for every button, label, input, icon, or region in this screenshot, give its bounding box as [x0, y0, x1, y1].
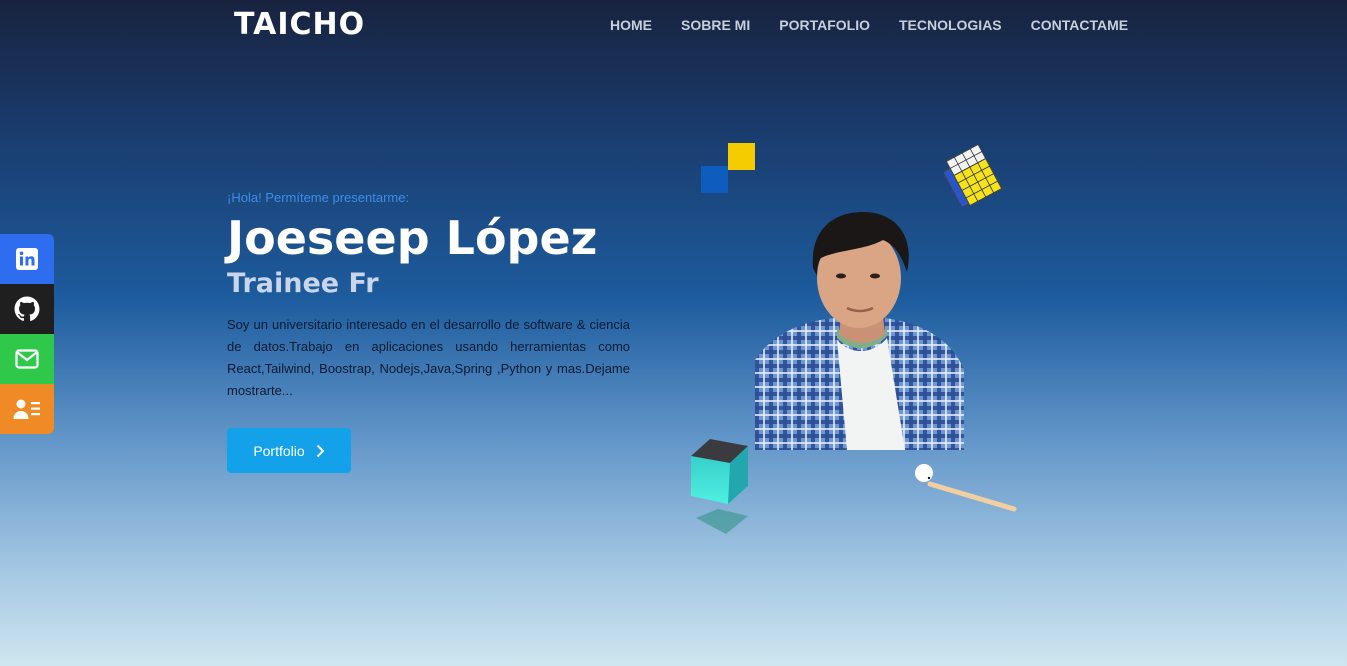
profile-photo — [755, 212, 964, 450]
hero-greeting: ¡Hola! Permíteme presentarme: — [227, 190, 410, 205]
linkedin-icon — [16, 248, 38, 270]
main-nav: HOME SOBRE MI PORTAFOLIO TECNOLOGIAS CON… — [610, 17, 1128, 33]
contact-card-icon — [13, 399, 40, 419]
hero-description: Soy un universitario interesado en el de… — [227, 317, 630, 398]
portfolio-button-label: Portfolio — [253, 442, 305, 459]
contact-card-button[interactable] — [0, 384, 54, 434]
linkedin-button[interactable] — [0, 234, 54, 284]
mail-icon — [15, 349, 39, 369]
nav-contactame[interactable]: CONTACTAME — [1031, 17, 1128, 33]
github-button[interactable] — [0, 284, 54, 334]
portfolio-button[interactable]: Portfolio — [227, 428, 351, 473]
hero-name: Joeseep López — [227, 211, 598, 265]
decorative-squares — [701, 143, 755, 193]
github-icon — [14, 296, 40, 322]
cue-and-ball-illustration — [915, 464, 1017, 512]
hero-section: ¡Hola! Permíteme presentarme: Joeseep Ló… — [227, 190, 631, 402]
rubiks-cube-illustration — [944, 144, 1003, 206]
nav-sobre-mi[interactable]: SOBRE MI — [681, 17, 750, 33]
social-sidebar — [0, 234, 54, 434]
nav-home[interactable]: HOME — [610, 17, 652, 33]
mail-button[interactable] — [0, 334, 54, 384]
hero-role: Trainee Fr — [227, 268, 379, 299]
chevron-right-icon — [316, 444, 325, 457]
nav-tecnologias[interactable]: TECNOLOGIAS — [899, 17, 1002, 33]
site-logo[interactable]: TAICHO — [234, 7, 365, 42]
nav-portafolio[interactable]: PORTAFOLIO — [779, 17, 870, 33]
cube-illustration — [691, 439, 748, 534]
